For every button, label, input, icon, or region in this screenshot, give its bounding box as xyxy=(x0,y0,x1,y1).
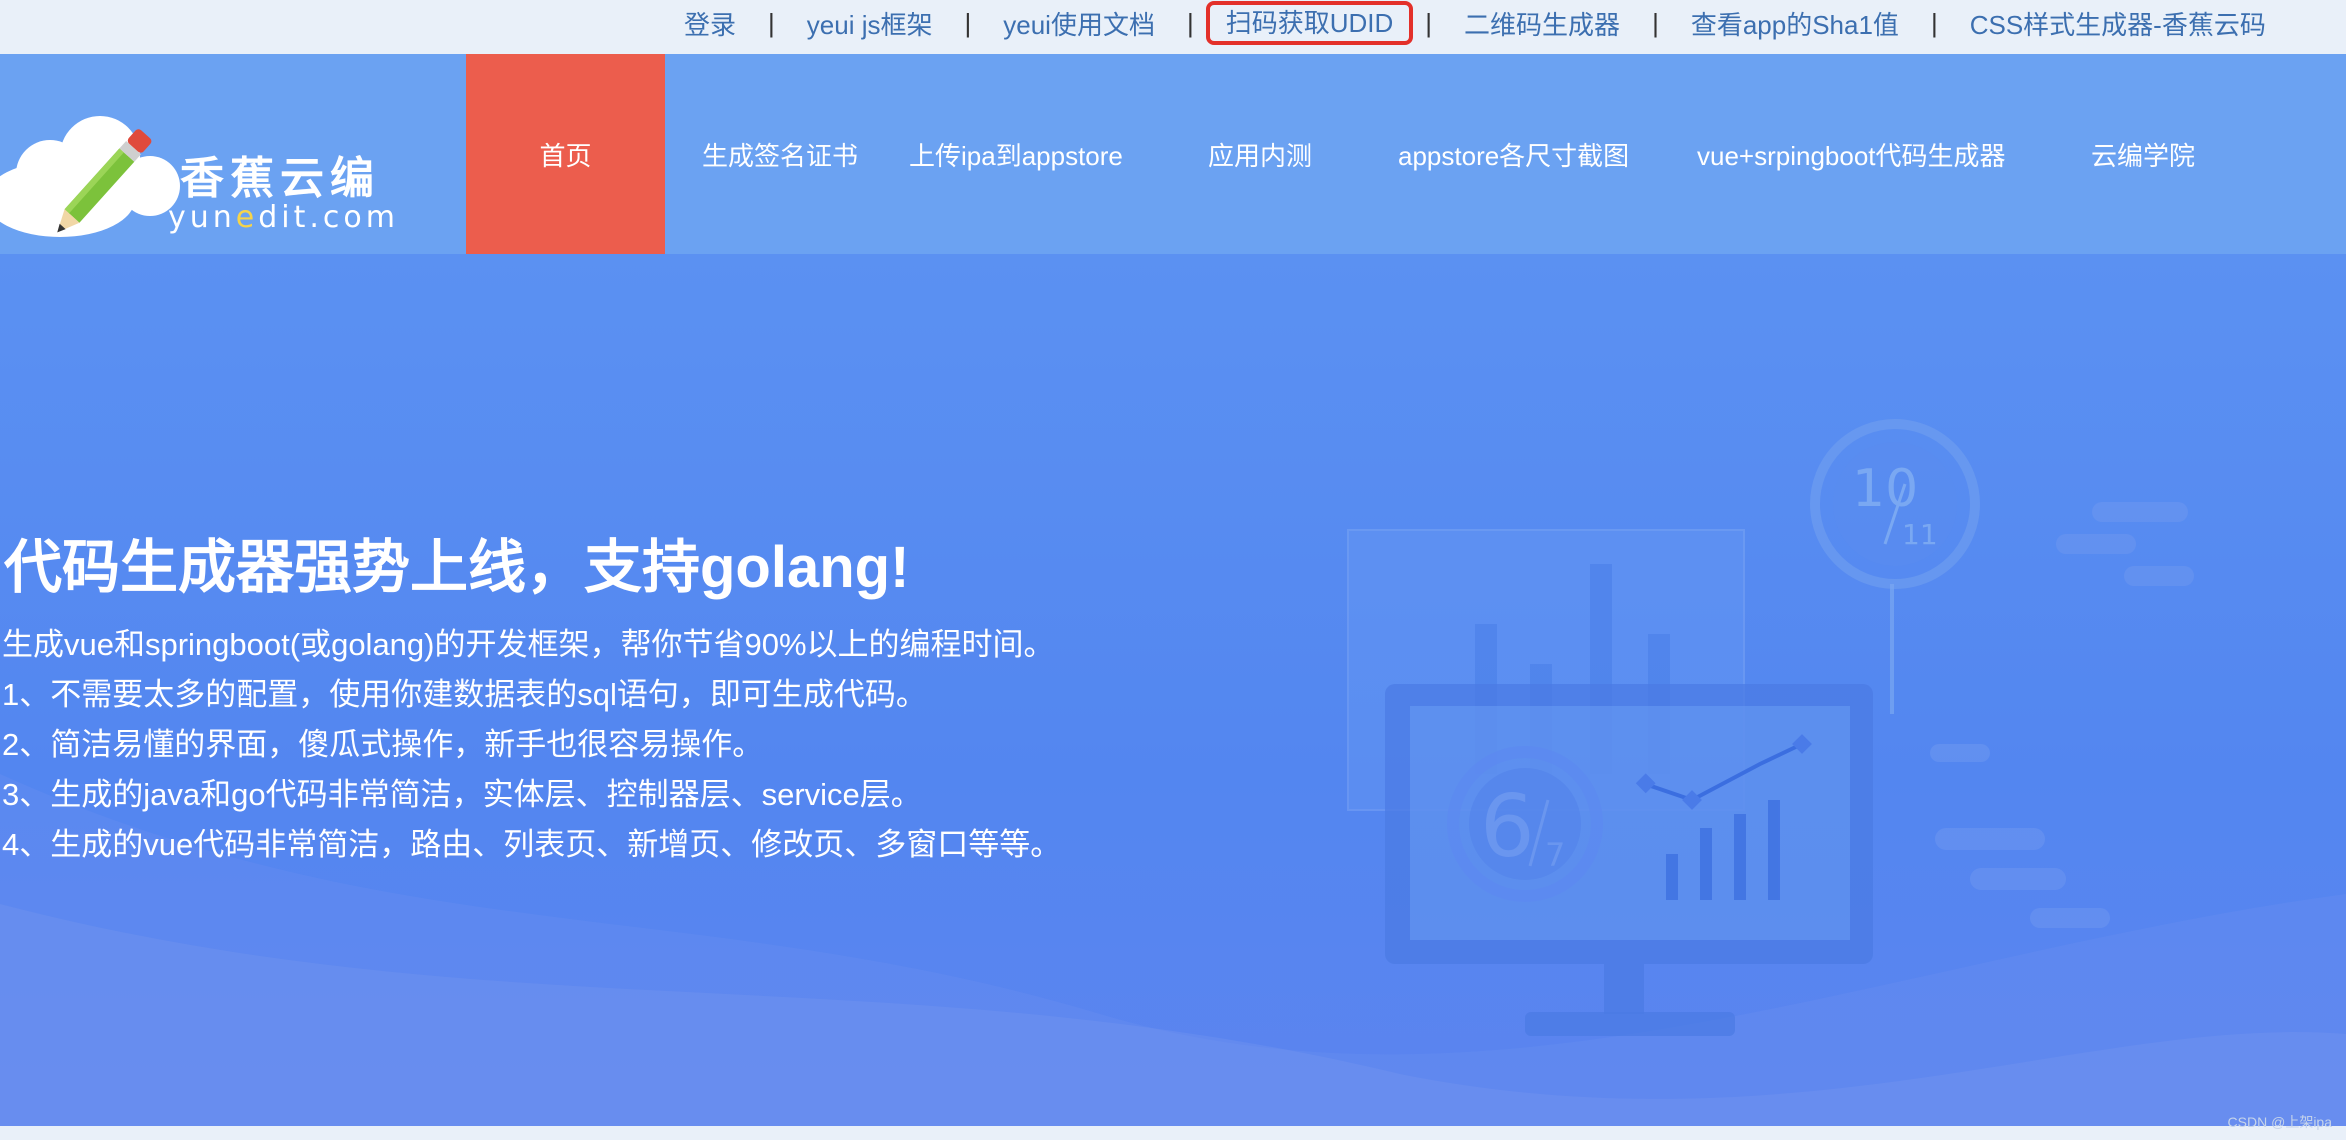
nav-item-upload-ipa[interactable]: 上传ipa到appstore xyxy=(908,54,1208,254)
link-separator: | xyxy=(768,7,775,38)
css-generator-link[interactable]: CSS样式生成器-香蕉云码 xyxy=(1970,5,2266,42)
link-separator: | xyxy=(1425,7,1433,38)
site-logo[interactable]: 香蕉云编 yunedit.com xyxy=(0,94,395,244)
hero-line: 4、生成的vue代码非常简洁，路由、列表页、新增页、修改页、多窗口等等。 xyxy=(2,827,1062,862)
top-links: 登录 | yeui js框架 | yeui使用文档 | 扫码获取UDID | 二… xyxy=(684,0,2266,46)
monitor-chart-illustration: 10 11 6 7 xyxy=(1347,419,2194,1036)
qrcode-generator-link[interactable]: 二维码生成器 xyxy=(1464,5,1620,42)
nav-item-academy[interactable]: 云编学院 xyxy=(2091,54,2251,254)
badge-top-denominator: 11 xyxy=(1902,518,1938,551)
yeui-docs-link[interactable]: yeui使用文档 xyxy=(1003,5,1155,42)
hero-line: 3、生成的java和go代码非常简洁，实体层、控制器层、service层。 xyxy=(2,777,922,812)
hero-line: 1、不需要太多的配置，使用你建数据表的sql语句，即可生成代码。 xyxy=(2,677,927,712)
badge-bottom-number: 6 xyxy=(1480,777,1535,877)
nav-item-signing-cert[interactable]: 生成签名证书 xyxy=(665,54,908,254)
top-link-bar: 登录 | yeui js框架 | yeui使用文档 | 扫码获取UDID | 二… xyxy=(0,0,2346,54)
hero-line: 生成vue和springboot(或golang)的开发框架，帮你节省90%以上… xyxy=(2,627,1055,662)
logo-chinese-name: 香蕉云编 xyxy=(180,153,380,204)
badge-top-number: 10 xyxy=(1852,459,1918,519)
hero-title: 代码生成器强势上线，支持golang! xyxy=(4,535,910,600)
logo-domain-part: dit.com xyxy=(258,200,399,235)
hero-description: 生成vue和springboot(或golang)的开发框架，帮你节省90%以上… xyxy=(2,620,1061,870)
hero-line: 2、简洁易懂的界面，傻瓜式操作，新手也很容易操作。 xyxy=(2,727,764,762)
nav-item-code-generator[interactable]: vue+srpingboot代码生成器 xyxy=(1697,54,2091,254)
link-separator: | xyxy=(964,7,972,38)
link-separator: | xyxy=(1930,7,1938,38)
header-nav: 香蕉云编 yunedit.com 首页 生成签名证书 上传ipa到appstor… xyxy=(0,54,2346,254)
hero-banner: 代码生成器强势上线，支持golang! 生成vue和springboot(或go… xyxy=(0,254,2346,1126)
sha1-link[interactable]: 查看app的Sha1值 xyxy=(1691,5,1899,42)
link-separator: | xyxy=(1652,7,1659,38)
nav-item-home[interactable]: 首页 xyxy=(466,54,665,254)
udid-link[interactable]: 扫码获取UDID xyxy=(1205,1,1414,45)
watermark: CSDN @上架ipa xyxy=(2227,1114,2332,1130)
yeui-js-link[interactable]: yeui js框架 xyxy=(807,5,933,42)
main-nav: 首页 生成签名证书 上传ipa到appstore 应用内测 appstore各尺… xyxy=(466,54,2251,254)
nav-item-beta-testing[interactable]: 应用内测 xyxy=(1208,54,1398,254)
badge-bottom-denominator: 7 xyxy=(1545,836,1565,874)
link-separator: | xyxy=(1186,7,1194,38)
nav-item-screenshots[interactable]: appstore各尺寸截图 xyxy=(1398,54,1697,254)
login-link[interactable]: 登录 xyxy=(684,5,736,42)
footer-strip xyxy=(0,1126,2346,1140)
logo-domain-part: yun xyxy=(168,200,236,235)
logo-domain-accent: e xyxy=(235,200,259,235)
logo-domain: yunedit.com xyxy=(168,200,399,235)
